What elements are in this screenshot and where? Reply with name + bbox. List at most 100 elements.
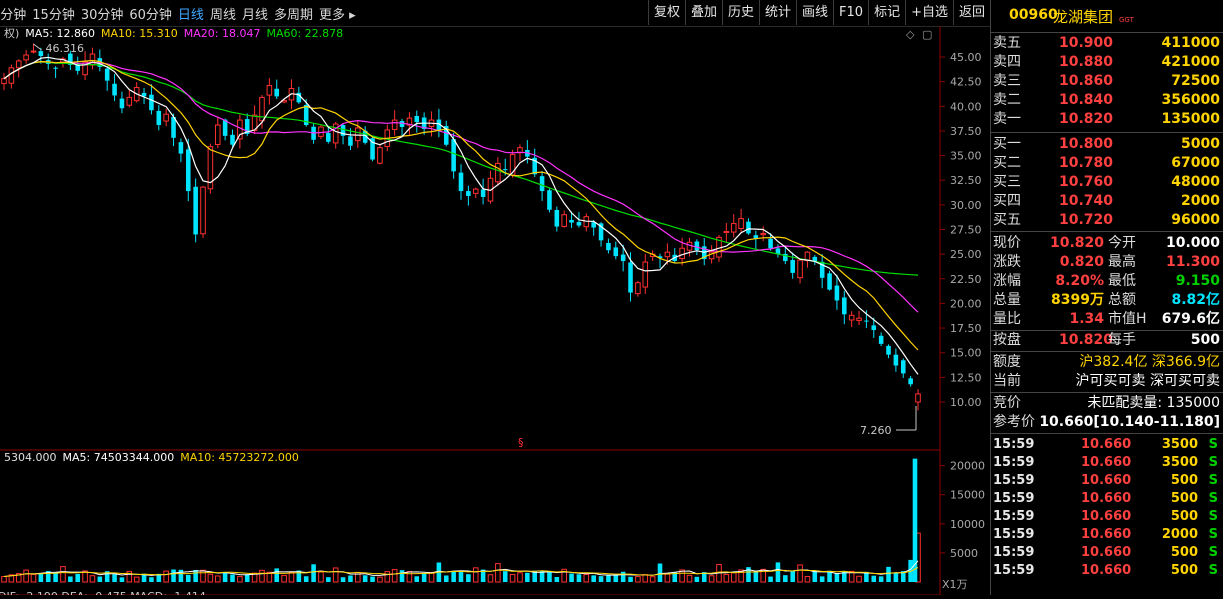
ggt-badge: GGT	[1119, 16, 1134, 24]
candle-body	[753, 235, 759, 239]
stat-label: 涨跌	[993, 254, 1021, 270]
tick-list[interactable]: 15:59 10.660 3500 S 15:59 10.660 3500 S 15:59 10.…	[991, 434, 1223, 580]
candle-body	[466, 191, 471, 196]
tool-button[interactable]: +自选	[905, 0, 953, 25]
tick-price: 10.660	[1081, 491, 1132, 506]
stat-value: 10.000	[1165, 235, 1220, 251]
period-tab[interactable]: 月线	[242, 4, 274, 23]
tick-row: 15:59 10.660 3500 S	[991, 436, 1223, 454]
order-book-row[interactable]: 卖一 10.820 135000	[991, 110, 1223, 129]
volume-tick-label: 5000	[950, 547, 978, 560]
volume-bar	[149, 577, 154, 582]
tool-button[interactable]: 统计	[759, 0, 796, 25]
candle-body	[126, 96, 133, 106]
volume-bar	[281, 574, 287, 583]
order-book-row[interactable]: 买四 10.740 2000	[991, 192, 1223, 211]
stock-code: 00960	[1009, 7, 1058, 23]
candle-body	[8, 67, 15, 84]
level-price: 10.900	[1059, 35, 1114, 51]
volume-bar	[1, 576, 7, 583]
volume-bar	[635, 576, 641, 583]
tick-price: 10.660	[1081, 545, 1132, 560]
tick-row: 15:59 10.660 500 S	[991, 490, 1223, 508]
tool-button[interactable]: 叠加	[684, 0, 722, 25]
candle-body	[797, 259, 803, 279]
event-marker: §	[518, 436, 524, 449]
period-tab[interactable]: 更多 ▸	[319, 4, 362, 23]
candle-body	[900, 360, 906, 374]
tick-volume: 2000	[1161, 527, 1198, 542]
candle-body	[694, 241, 700, 251]
stat-value: 9.150	[1175, 273, 1220, 289]
candle-body	[628, 262, 633, 293]
volume-bar	[509, 574, 516, 583]
volume-bar	[362, 575, 368, 582]
tool-button[interactable]: 标记	[868, 0, 905, 25]
label: 参考价	[993, 414, 1035, 430]
quota-value: 沪382.4亿 深366.9亿	[1079, 354, 1220, 370]
candle-body	[908, 378, 913, 385]
candle-body	[878, 335, 884, 344]
period-tab[interactable]: 多周期	[274, 4, 319, 23]
tick-volume: 500	[1170, 545, 1198, 560]
volume-bar	[554, 576, 560, 582]
label: 竞价	[993, 395, 1021, 411]
period-tabs: 5分钟15分钟30分钟60分钟日线周线月线多周期更多 ▸	[0, 4, 362, 23]
volume-bar	[502, 571, 508, 582]
tool-button[interactable]: 返回	[952, 0, 990, 25]
value: 500	[1190, 332, 1220, 348]
tick-price: 10.660	[1081, 563, 1132, 578]
period-tab[interactable]: 5分钟	[0, 4, 32, 23]
candle-body	[539, 176, 545, 192]
tool-button[interactable]: 历史	[721, 0, 759, 25]
candle-body	[185, 149, 191, 192]
stat-label: 今开	[1108, 235, 1136, 251]
volume-bar	[23, 569, 29, 583]
order-book-row[interactable]: 买五 10.720 96000	[991, 211, 1223, 230]
period-tab[interactable]: 15分钟	[32, 4, 81, 23]
level-price: 10.740	[1059, 193, 1114, 209]
period-tab[interactable]: 日线	[178, 4, 210, 23]
high-label: 46.316	[45, 42, 84, 55]
candle-body	[812, 256, 818, 262]
period-tab[interactable]: 30分钟	[81, 4, 130, 23]
volume-bar	[303, 576, 309, 582]
tick-time: 15:59	[993, 527, 1035, 542]
macd-legend: DIF: -2.190 DEA: -0.475 MACD: -1.414	[0, 590, 206, 595]
order-book-row[interactable]: 卖三 10.860 72500	[991, 72, 1223, 91]
period-tab[interactable]: 60分钟	[129, 4, 178, 23]
stat-value: 10.820	[1049, 235, 1104, 251]
order-book-row[interactable]: 卖四 10.880 421000	[991, 53, 1223, 72]
kline-chart-area[interactable]: 45.00 42.50 40.00 37.50 35.00 32.50 30.00 27.50…	[0, 26, 990, 599]
stat-value: 11.300	[1165, 254, 1220, 270]
candle-body	[326, 132, 331, 142]
tool-button[interactable]: 复权	[647, 0, 685, 25]
level-volume: 421000	[1161, 54, 1220, 70]
price-tick-label: 10.00	[950, 396, 982, 409]
tool-button[interactable]: 画线	[796, 0, 833, 25]
volume-bar	[288, 571, 295, 583]
candle-body	[472, 188, 479, 194]
low-label: 7.260	[860, 424, 892, 437]
volume-bar	[804, 576, 811, 583]
volume-bar	[591, 575, 596, 582]
order-book-row[interactable]: 卖二 10.840 356000	[991, 91, 1223, 110]
order-book-row[interactable]: 买二 10.780 67000	[991, 154, 1223, 173]
period-tab[interactable]: 周线	[210, 4, 242, 23]
tick-time: 15:59	[993, 437, 1035, 452]
candle-body	[606, 242, 611, 251]
kline-chart[interactable]: 45.00 42.50 40.00 37.50 35.00 32.50 30.00 27.50…	[0, 26, 990, 599]
label: 额度	[993, 354, 1021, 370]
order-book-row[interactable]: 卖五 10.900 411000	[991, 34, 1223, 53]
order-book-row[interactable]: 买三 10.760 48000	[991, 173, 1223, 192]
order-book-row[interactable]: 买一 10.800 5000	[991, 135, 1223, 154]
tool-button[interactable]: F10	[833, 0, 868, 25]
candle-body	[274, 88, 280, 97]
level-volume: 72500	[1171, 73, 1220, 89]
volume-bar	[583, 573, 590, 583]
volume-bar	[318, 571, 324, 583]
square-icon: ▢	[922, 28, 932, 41]
volume-bar	[620, 571, 626, 582]
stat-row: 现价 10.820 今开 10.000	[991, 234, 1223, 253]
volume-bar	[649, 576, 656, 583]
